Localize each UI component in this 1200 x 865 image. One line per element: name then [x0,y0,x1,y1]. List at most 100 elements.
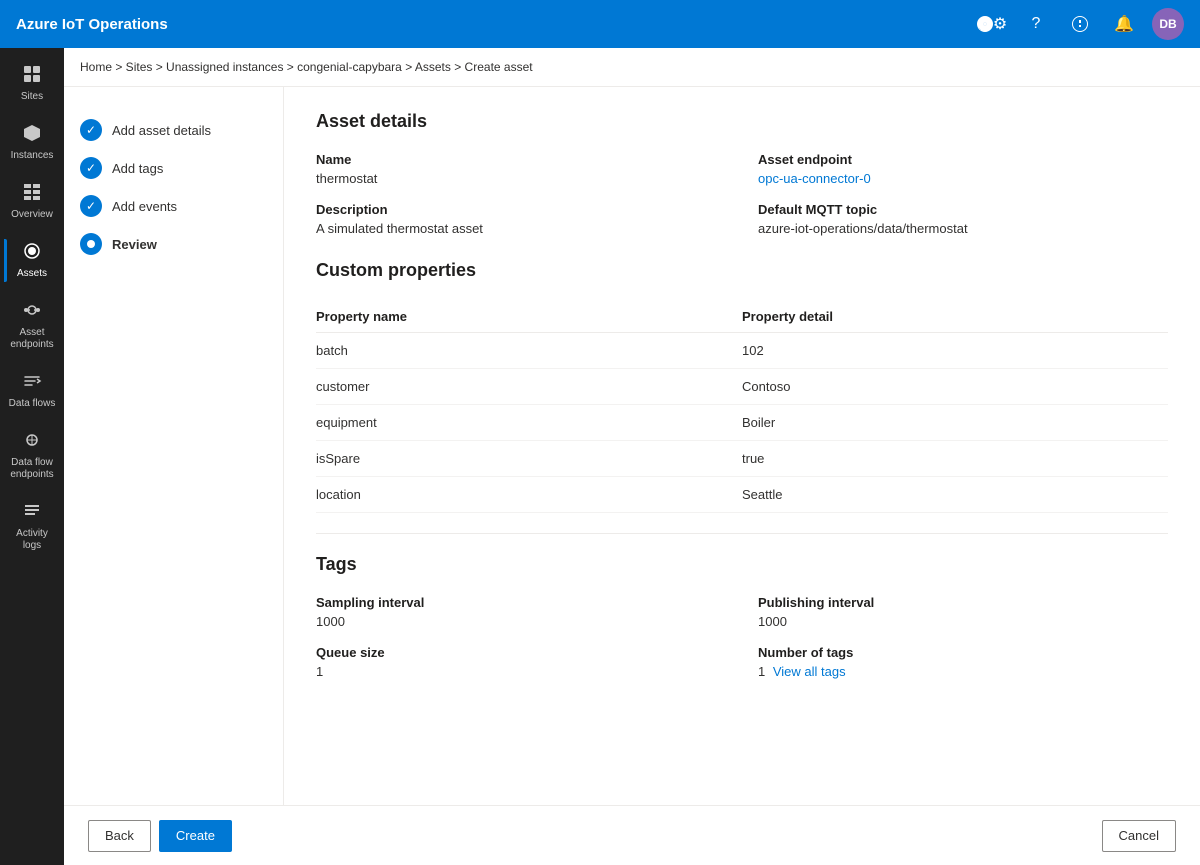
help-icon[interactable]: ? [1020,8,1052,40]
sidebar-label-activity-logs: Activity logs [8,528,56,552]
overview-icon [22,182,42,205]
content-area: Home > Sites > Unassigned instances > co… [64,48,1200,865]
number-of-tags-label: Number of tags [758,645,1168,660]
prop-name-cell: batch [316,333,742,369]
sampling-interval-label: Sampling interval [316,595,726,610]
prop-name-cell: customer [316,369,742,405]
field-number-of-tags: Number of tags 1 View all tags [758,645,1168,679]
step-add-asset-details[interactable]: ✓ Add asset details [80,111,267,149]
breadcrumb: Home > Sites > Unassigned instances > co… [64,48,1200,87]
number-of-tags-value: 1 View all tags [758,664,1168,679]
view-all-tags-link[interactable]: View all tags [773,664,846,679]
step-add-events[interactable]: ✓ Add events [80,187,267,225]
field-queue-size: Queue size 1 [316,645,726,679]
app-title: Azure IoT Operations [16,16,976,33]
table-row: batch102 [316,333,1168,369]
name-label: Name [316,152,726,167]
name-value: thermostat [316,171,726,186]
cancel-button[interactable]: Cancel [1102,820,1176,852]
nav-icons: ⚙ ? 🔔 DB [976,8,1184,40]
field-sampling-interval: Sampling interval 1000 [316,595,726,629]
checkmark-icon-3: ✓ [86,199,96,213]
step-dot [87,240,95,248]
sidebar-item-activity-logs[interactable]: Activity logs [4,493,60,560]
table-row: equipmentBoiler [316,405,1168,441]
sidebar-label-data-flows: Data flows [9,398,56,410]
back-button[interactable]: Back [88,820,151,852]
prop-detail-cell: Seattle [742,477,1168,513]
field-mqtt: Default MQTT topic azure-iot-operations/… [758,202,1168,236]
sidebar-label-sites: Sites [21,91,43,103]
step-label-4: Review [112,237,157,252]
tags-title: Tags [316,554,1168,575]
sidebar-label-instances: Instances [11,150,54,162]
field-endpoint: Asset endpoint opc-ua-connector-0 [758,152,1168,186]
feedback-icon[interactable] [1064,8,1096,40]
step-label-1: Add asset details [112,123,211,138]
step-label-3: Add events [112,199,177,214]
form-content: Asset details Name thermostat Asset endp… [284,87,1200,805]
field-name: Name thermostat [316,152,726,186]
col-header-detail: Property detail [742,301,1168,333]
endpoint-value: opc-ua-connector-0 [758,171,1168,186]
sidebar-item-data-flow-endpoints[interactable]: Data flow endpoints [4,422,60,489]
prop-detail-cell: 102 [742,333,1168,369]
table-row: locationSeattle [316,477,1168,513]
field-description: Description A simulated thermostat asset [316,202,726,236]
sidebar-item-asset-endpoints[interactable]: Asset endpoints [4,292,60,359]
data-flows-icon [22,371,42,394]
endpoint-label: Asset endpoint [758,152,1168,167]
prop-detail-cell: true [742,441,1168,477]
notification-icon[interactable]: 🔔 [1108,8,1140,40]
step-circle-4 [80,233,102,255]
data-flow-endpoints-icon [22,430,42,453]
prop-name-cell: equipment [316,405,742,441]
sidebar-label-data-flow-endpoints: Data flow endpoints [8,457,56,481]
step-add-tags[interactable]: ✓ Add tags [80,149,267,187]
sidebar-item-instances[interactable]: Instances [4,115,60,170]
sidebar-label-overview: Overview [11,209,53,221]
checkmark-icon-2: ✓ [86,161,96,175]
custom-properties-title: Custom properties [316,260,1168,281]
queue-size-value: 1 [316,664,726,679]
col-header-name: Property name [316,301,742,333]
asset-basic-fields: Name thermostat Asset endpoint opc-ua-co… [316,152,1168,236]
step-circle-2: ✓ [80,157,102,179]
step-circle-1: ✓ [80,119,102,141]
step-circle-3: ✓ [80,195,102,217]
prop-detail-cell: Contoso [742,369,1168,405]
tags-grid: Sampling interval 1000 Publishing interv… [316,595,1168,679]
assets-icon [22,241,42,264]
sidebar-item-overview[interactable]: Overview [4,174,60,229]
breadcrumb-text: Home > Sites > Unassigned instances > co… [80,60,533,74]
queue-size-label: Queue size [316,645,726,660]
instances-icon [22,123,42,146]
sidebar-label-assets: Assets [17,268,47,280]
publishing-interval-value: 1000 [758,614,1168,629]
step-review[interactable]: Review [80,225,267,263]
top-navigation: Azure IoT Operations ⚙ ? 🔔 DB [0,0,1200,48]
sidebar-item-data-flows[interactable]: Data flows [4,363,60,418]
steps-panel: ✓ Add asset details ✓ Add tags ✓ Add eve… [64,87,284,805]
mqtt-value: azure-iot-operations/data/thermostat [758,221,1168,236]
settings-icon[interactable]: ⚙ [976,8,1008,40]
custom-properties-table: Property name Property detail batch102cu… [316,301,1168,513]
sidebar-label-asset-endpoints: Asset endpoints [8,327,56,351]
field-publishing-interval: Publishing interval 1000 [758,595,1168,629]
avatar[interactable]: DB [1152,8,1184,40]
sidebar-item-sites[interactable]: Sites [4,56,60,111]
table-row: isSparetrue [316,441,1168,477]
footer-bar: Back Create Cancel [64,805,1200,865]
prop-name-cell: isSpare [316,441,742,477]
main-layout: Sites Instances Overview Assets Asset en… [0,48,1200,865]
asset-endpoints-icon [22,300,42,323]
sidebar-item-assets[interactable]: Assets [4,233,60,288]
publishing-interval-label: Publishing interval [758,595,1168,610]
sidebar: Sites Instances Overview Assets Asset en… [0,48,64,865]
step-label-2: Add tags [112,161,163,176]
table-row: customerContoso [316,369,1168,405]
prop-name-cell: location [316,477,742,513]
section-divider [316,533,1168,534]
create-button[interactable]: Create [159,820,232,852]
mqtt-label: Default MQTT topic [758,202,1168,217]
